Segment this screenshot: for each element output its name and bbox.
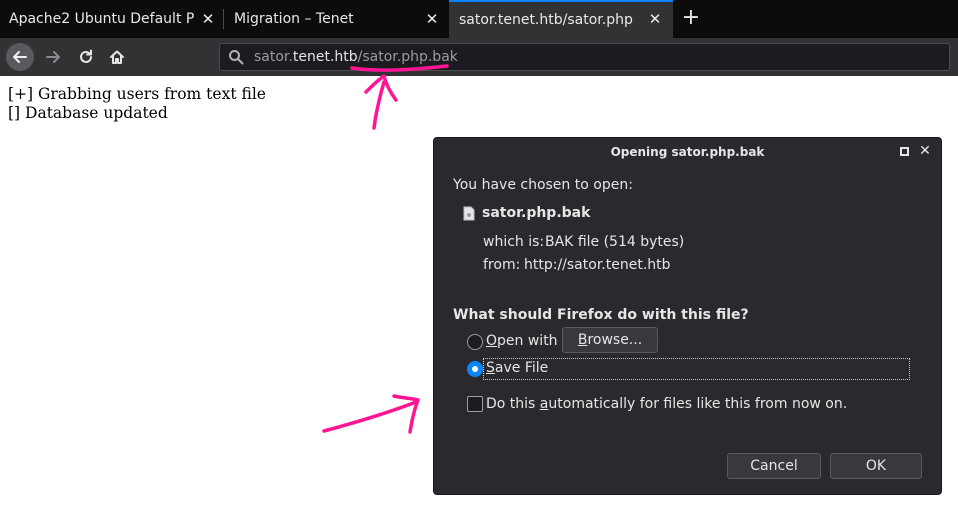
auto-download-checkbox[interactable] (467, 396, 483, 412)
output-line: [+] Grabbing users from text file (8, 85, 266, 103)
tab-strip: Apache2 Ubuntu Default Pag ✕ Migration –… (0, 0, 958, 38)
tab-title: Migration – Tenet (234, 11, 354, 27)
arrow-right-icon (46, 51, 60, 63)
url-bar[interactable]: sator.tenet.htb/sator.php.bak (219, 43, 950, 71)
question-heading: What should Firefox do with this file? (453, 307, 749, 323)
url-text[interactable]: sator.tenet.htb/sator.php.bak (254, 49, 458, 65)
auto-download-label[interactable]: Do this automatically for files like thi… (486, 396, 847, 412)
output-line: [] Database updated (8, 104, 168, 122)
close-tab-icon[interactable]: ✕ (424, 11, 440, 27)
chosen-label: You have chosen to open: (453, 177, 633, 193)
save-file-accesskey: S (486, 360, 495, 376)
download-dialog: Opening sator.php.bak ✕ You have chosen … (433, 137, 942, 495)
save-file-radio[interactable] (467, 361, 483, 377)
auto-text-pre: Do this (486, 396, 540, 412)
url-prefix: sator. (254, 49, 293, 65)
back-button[interactable] (6, 43, 34, 71)
home-icon (110, 50, 124, 64)
navigation-toolbar: sator.tenet.htb/sator.php.bak (0, 38, 958, 76)
close-icon[interactable]: ✕ (918, 144, 932, 158)
browse-accesskey: B (577, 332, 588, 348)
tab-title: sator.tenet.htb/sator.php (459, 12, 633, 28)
ok-button[interactable]: OK (830, 453, 922, 479)
tab-sator[interactable]: sator.tenet.htb/sator.php ✕ (449, 0, 673, 38)
which-is-value: BAK file (514 bytes) (545, 234, 685, 250)
open-with-accesskey: O (486, 333, 498, 349)
tab-title: Apache2 Ubuntu Default Pag (9, 11, 194, 27)
from-value: http://sator.tenet.htb (524, 257, 671, 273)
dialog-title: Opening sator.php.bak (610, 145, 765, 159)
arrow-left-icon (13, 51, 27, 63)
browse-button[interactable]: Browse... (562, 327, 658, 353)
file-icon (463, 206, 475, 221)
home-button[interactable] (103, 43, 131, 71)
reload-button[interactable] (72, 43, 100, 71)
open-with-label[interactable]: Open with (486, 333, 558, 349)
url-host: tenet.htb (292, 49, 358, 65)
file-name: sator.php.bak (482, 205, 591, 221)
tab-migration[interactable]: Migration – Tenet ✕ (224, 0, 449, 38)
search-icon (229, 50, 244, 65)
close-tab-icon[interactable]: ✕ (647, 11, 663, 27)
save-file-text: ave File (494, 360, 549, 376)
auto-text-post: utomatically for files like this from no… (548, 396, 848, 412)
save-file-label[interactable]: Save File (486, 360, 548, 376)
open-with-radio[interactable] (467, 334, 483, 350)
close-tab-icon[interactable]: ✕ (200, 11, 216, 27)
open-with-text: pen with (497, 333, 558, 349)
maximize-icon[interactable] (900, 147, 909, 156)
new-tab-icon[interactable]: + (680, 7, 702, 30)
cancel-button[interactable]: Cancel (727, 453, 821, 479)
url-path: /sator.php.bak (357, 49, 458, 65)
which-is-label: which is: (483, 234, 545, 250)
tab-apache[interactable]: Apache2 Ubuntu Default Pag ✕ (0, 0, 222, 38)
reload-icon (80, 49, 92, 63)
forward-button[interactable] (39, 43, 67, 71)
browse-text: rowse... (587, 332, 643, 348)
from-label: from: (483, 257, 521, 273)
